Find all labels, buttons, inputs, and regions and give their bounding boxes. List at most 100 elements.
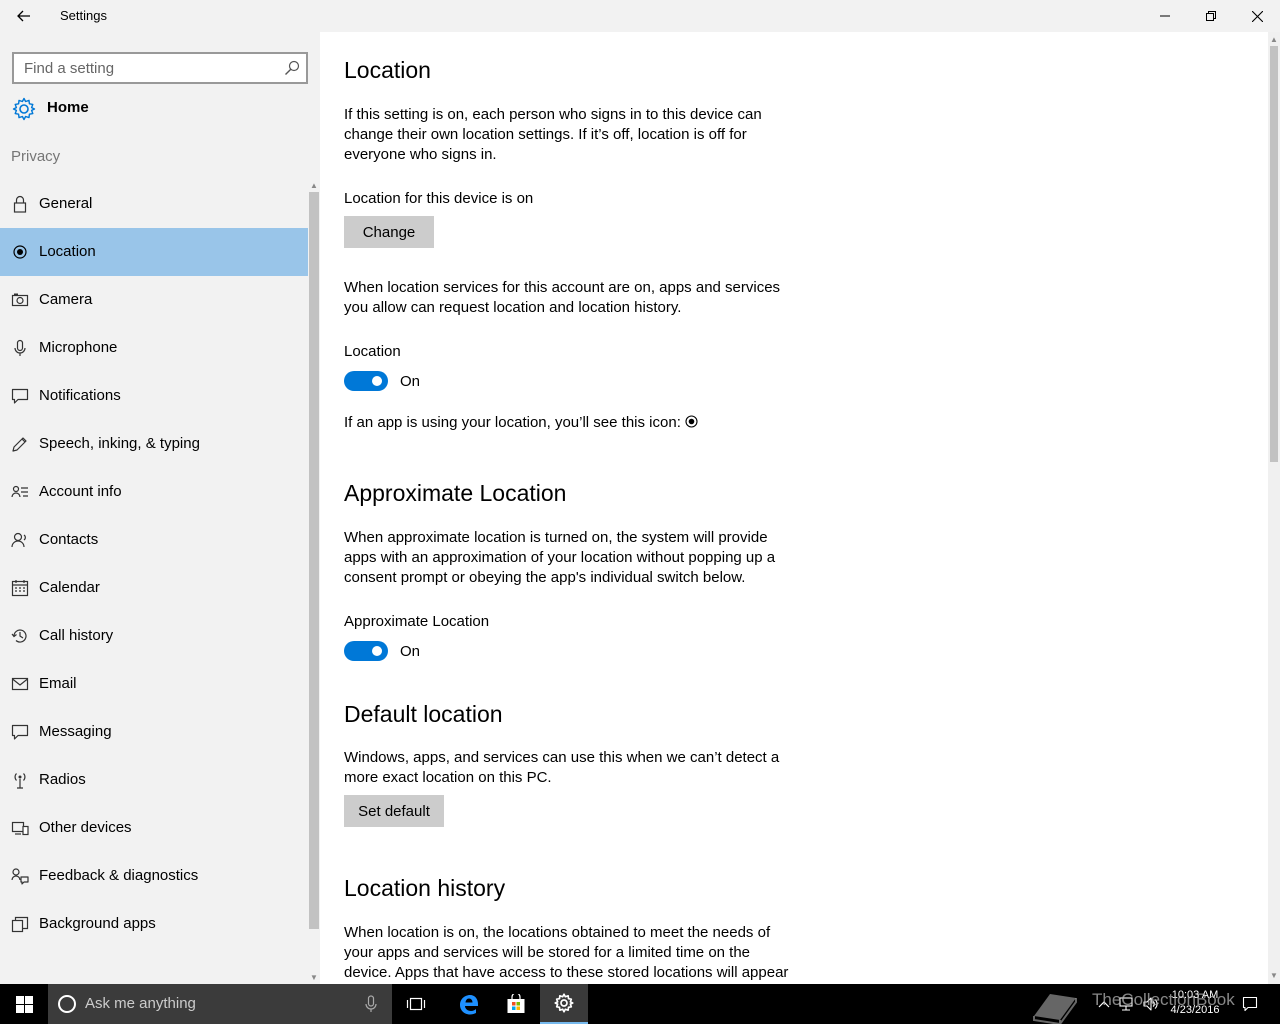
sidebar-item-label: Messaging [39,723,112,740]
minimize-button[interactable] [1142,0,1188,32]
email-icon [11,677,29,691]
account-location-description: When location services for this account … [344,279,781,316]
scroll-up-icon[interactable]: ▲ [1270,36,1278,44]
section-heading: Privacy [11,148,61,165]
edge-browser-button[interactable] [444,984,492,1024]
minimize-icon [1160,15,1170,17]
store-icon [507,994,525,1013]
speech-icon [12,437,27,452]
restore-button[interactable] [1188,0,1234,32]
device-location-status: Location for this device is on [344,190,534,207]
microphone-icon[interactable] [364,995,378,1013]
sidebar-item-email[interactable]: Email [0,660,308,708]
scroll-up-icon[interactable]: ▲ [310,182,318,190]
sidebar-item-label: Background apps [39,915,156,932]
scroll-down-icon[interactable]: ▼ [310,974,318,982]
sidebar-item-call-history[interactable]: Call history [0,612,308,660]
location-in-use-icon [685,415,698,428]
edge-icon [460,995,478,1015]
store-button[interactable] [492,984,540,1024]
set-default-button[interactable]: Set default [344,795,444,827]
gear-icon [554,993,574,1013]
task-view-button[interactable] [392,984,440,1024]
background-apps-icon [11,916,29,933]
location-toggle[interactable] [344,371,388,391]
settings-app-button[interactable] [540,984,588,1024]
location-icon [13,245,27,259]
sidebar-item-label: Radios [39,771,86,788]
approximate-location-toggle[interactable] [344,641,388,661]
default-location-heading: Default location [344,701,503,727]
sidebar-item-label: Other devices [39,819,132,836]
sidebar-item-label: Email [39,675,77,692]
sidebar-item-other-devices[interactable]: Other devices [0,804,308,852]
sidebar-item-label: Location [39,243,96,260]
page-title: Location [344,57,431,83]
approximate-location-description: When approximate location is turned on, … [344,529,776,586]
calendar-icon [11,580,29,597]
search-input[interactable] [14,54,276,82]
location-icon-hint: If an app is using your location, you’ll… [344,414,698,431]
sidebar-item-radios[interactable]: Radios [0,756,308,804]
location-icon-hint-text: If an app is using your location, you’ll… [344,414,681,431]
sidebar-item-feedback[interactable]: Feedback & diagnostics [0,852,308,900]
gear-icon [12,97,36,121]
nav-list: General Location Camera Microphone Notif… [0,180,308,948]
scrollbar-thumb[interactable] [1270,46,1278,462]
window-title: Settings [60,8,107,23]
sidebar-item-contacts[interactable]: Contacts [0,516,308,564]
sidebar-item-label: Microphone [39,339,118,356]
location-description: If this setting is on, each person who s… [344,106,762,163]
change-button[interactable]: Change [344,216,434,248]
sidebar-item-calendar[interactable]: Calendar [0,564,308,612]
sidebar-item-label: Contacts [39,531,99,548]
sidebar-item-microphone[interactable]: Microphone [0,324,308,372]
watermark: TheCollectionBook [1030,984,1260,1024]
cortana-search-placeholder: Ask me anything [85,995,196,1012]
sidebar-item-messaging[interactable]: Messaging [0,708,308,756]
approximate-location-heading: Approximate Location [344,480,567,506]
sidebar-item-label: Calendar [39,579,100,596]
home-link[interactable]: Home [0,92,308,126]
windows-logo-icon [15,995,33,1013]
sidebar-item-label: Feedback & diagnostics [39,867,199,884]
sidebar-item-label: General [39,195,93,212]
main-scrollbar[interactable]: ▲ ▼ [1268,32,1280,984]
camera-icon [11,293,29,307]
sidebar-item-general[interactable]: General [0,180,308,228]
sidebar-item-background-apps[interactable]: Background apps [0,900,308,948]
back-button[interactable] [0,0,48,32]
watermark-text: TheCollectionBook [1092,990,1235,1009]
microphone-icon [14,339,26,356]
account-info-icon [11,485,28,498]
sidebar-item-location[interactable]: Location [0,228,308,276]
location-history-description: When location is on, the locations obtai… [344,924,789,981]
location-toggle-state: On [400,373,421,390]
sidebar-item-speech[interactable]: Speech, inking, & typing [0,420,308,468]
cortana-icon [58,995,76,1013]
task-view-icon [406,997,426,1011]
sidebar: Home Privacy General Location Camera Mic… [0,32,320,984]
location-history-heading: Location history [344,875,506,901]
cortana-search-box[interactable]: Ask me anything [48,984,392,1024]
search-box [12,52,308,84]
book-icon [1033,994,1077,1024]
sidebar-item-camera[interactable]: Camera [0,276,308,324]
sidebar-item-notifications[interactable]: Notifications [0,372,308,420]
close-button[interactable] [1234,0,1280,32]
other-devices-icon [11,821,29,836]
restore-icon [1206,11,1216,21]
sidebar-scrollbar[interactable]: ▲ ▼ [308,180,320,984]
sidebar-item-account-info[interactable]: Account info [0,468,308,516]
sidebar-item-label: Call history [39,627,114,644]
messaging-icon [11,724,29,740]
home-label: Home [47,99,89,116]
start-button[interactable] [0,984,48,1024]
search-icon[interactable] [284,60,300,76]
feedback-icon [11,868,29,885]
default-location-description: Windows, apps, and services can use this… [344,749,780,786]
scrollbar-thumb[interactable] [309,192,319,929]
back-arrow-icon [17,10,30,22]
scroll-down-icon[interactable]: ▼ [1270,972,1278,980]
main-content: Location If this setting is on, each per… [320,32,1268,984]
